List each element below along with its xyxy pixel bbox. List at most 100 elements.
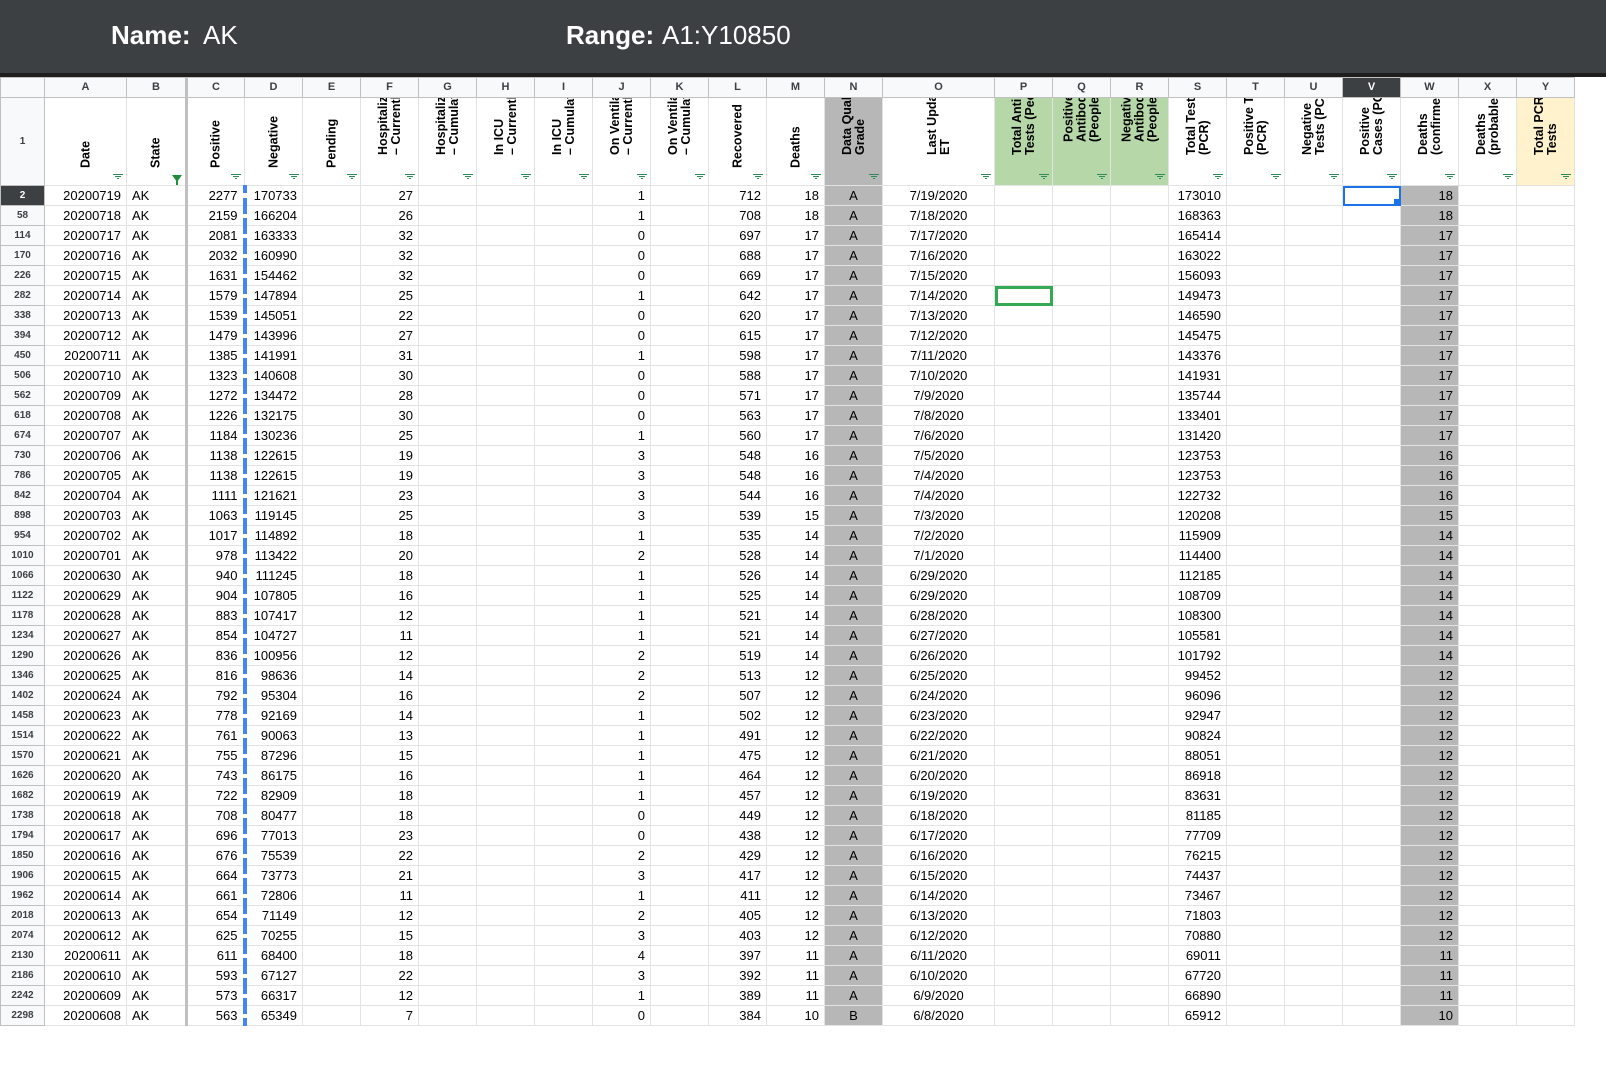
cell-k[interactable] bbox=[650, 385, 709, 406]
cell-j[interactable]: 4 bbox=[592, 945, 651, 966]
cell-o[interactable]: 6/13/2020 bbox=[882, 905, 995, 926]
cell-u[interactable] bbox=[1284, 885, 1343, 906]
cell-d[interactable]: 86175 bbox=[244, 765, 303, 786]
cell-a[interactable]: 20200712 bbox=[44, 325, 127, 346]
row-header[interactable]: 1010 bbox=[0, 545, 45, 566]
cell-p[interactable] bbox=[994, 425, 1053, 446]
cell-j[interactable]: 0 bbox=[592, 385, 651, 406]
cell-e[interactable] bbox=[302, 425, 361, 446]
cell-v[interactable] bbox=[1342, 745, 1401, 766]
cell-x[interactable] bbox=[1458, 485, 1517, 506]
cell-x[interactable] bbox=[1458, 925, 1517, 946]
cell-d[interactable]: 154462 bbox=[244, 265, 303, 286]
cell-x[interactable] bbox=[1458, 725, 1517, 746]
cell-x[interactable] bbox=[1458, 665, 1517, 686]
cell-t[interactable] bbox=[1226, 525, 1285, 546]
cell-c[interactable]: 708 bbox=[186, 805, 247, 826]
cell-p[interactable] bbox=[994, 585, 1053, 606]
cell-g[interactable] bbox=[418, 945, 477, 966]
cell-h[interactable] bbox=[476, 205, 535, 226]
cell-i[interactable] bbox=[534, 665, 593, 686]
filter-icon[interactable] bbox=[579, 173, 589, 181]
cell-f[interactable]: 25 bbox=[360, 505, 419, 526]
row-header[interactable]: 1066 bbox=[0, 565, 45, 586]
cell-l[interactable]: 560 bbox=[708, 425, 767, 446]
cell-l[interactable]: 563 bbox=[708, 405, 767, 426]
cell-o[interactable]: 7/1/2020 bbox=[882, 545, 995, 566]
cell-b[interactable]: AK bbox=[126, 565, 188, 586]
cell-q[interactable] bbox=[1052, 185, 1111, 206]
cell-h[interactable] bbox=[476, 665, 535, 686]
filter-icon[interactable] bbox=[1329, 173, 1339, 181]
cell-g[interactable] bbox=[418, 725, 477, 746]
cell-e[interactable] bbox=[302, 645, 361, 666]
cell-m[interactable]: 12 bbox=[766, 665, 825, 686]
cell-j[interactable]: 3 bbox=[592, 925, 651, 946]
cell-s[interactable]: 65912 bbox=[1168, 1005, 1227, 1026]
cell-v[interactable] bbox=[1342, 905, 1401, 926]
cell-u[interactable] bbox=[1284, 705, 1343, 726]
cell-j[interactable]: 2 bbox=[592, 845, 651, 866]
cell-c[interactable]: 661 bbox=[186, 885, 247, 906]
cell-l[interactable]: 491 bbox=[708, 725, 767, 746]
cell-k[interactable] bbox=[650, 325, 709, 346]
cell-o[interactable]: 7/3/2020 bbox=[882, 505, 995, 526]
cell-x[interactable] bbox=[1458, 685, 1517, 706]
cell-l[interactable]: 620 bbox=[708, 305, 767, 326]
cell-u[interactable] bbox=[1284, 665, 1343, 686]
cell-k[interactable] bbox=[650, 565, 709, 586]
cell-t[interactable] bbox=[1226, 645, 1285, 666]
cell-v[interactable] bbox=[1342, 645, 1401, 666]
cell-v[interactable] bbox=[1342, 525, 1401, 546]
cell-f[interactable]: 7 bbox=[360, 1005, 419, 1026]
cell-d[interactable]: 68400 bbox=[244, 945, 303, 966]
cell-w[interactable]: 12 bbox=[1400, 745, 1459, 766]
cell-v[interactable] bbox=[1342, 425, 1401, 446]
cell-n[interactable]: A bbox=[824, 405, 883, 426]
cell-u[interactable] bbox=[1284, 725, 1343, 746]
cell-y[interactable] bbox=[1516, 565, 1575, 586]
column-header-s[interactable]: S bbox=[1168, 77, 1227, 98]
cell-k[interactable] bbox=[650, 445, 709, 466]
cell-d[interactable]: 130236 bbox=[244, 425, 303, 446]
cell-p[interactable] bbox=[994, 185, 1053, 206]
cell-y[interactable] bbox=[1516, 745, 1575, 766]
cell-m[interactable]: 12 bbox=[766, 825, 825, 846]
cell-e[interactable] bbox=[302, 725, 361, 746]
cell-a[interactable]: 20200626 bbox=[44, 645, 127, 666]
cell-o[interactable]: 7/9/2020 bbox=[882, 385, 995, 406]
column-header-g[interactable]: G bbox=[418, 77, 477, 98]
cell-l[interactable]: 475 bbox=[708, 745, 767, 766]
cell-j[interactable]: 0 bbox=[592, 325, 651, 346]
cell-s[interactable]: 133401 bbox=[1168, 405, 1227, 426]
cell-s[interactable]: 165414 bbox=[1168, 225, 1227, 246]
header-cell-v[interactable]: Positive Cases (PCR) bbox=[1342, 97, 1401, 186]
filter-icon[interactable] bbox=[113, 173, 123, 181]
cell-t[interactable] bbox=[1226, 245, 1285, 266]
cell-s[interactable]: 112185 bbox=[1168, 565, 1227, 586]
cell-p[interactable] bbox=[994, 1005, 1053, 1026]
cell-o[interactable]: 7/5/2020 bbox=[882, 445, 995, 466]
cell-l[interactable]: 507 bbox=[708, 685, 767, 706]
cell-e[interactable] bbox=[302, 185, 361, 206]
cell-i[interactable] bbox=[534, 865, 593, 886]
cell-c[interactable]: 883 bbox=[186, 605, 247, 626]
cell-y[interactable] bbox=[1516, 485, 1575, 506]
cell-t[interactable] bbox=[1226, 825, 1285, 846]
cell-t[interactable] bbox=[1226, 465, 1285, 486]
cell-r[interactable] bbox=[1110, 345, 1169, 366]
cell-n[interactable]: A bbox=[824, 805, 883, 826]
column-header-p[interactable]: P bbox=[994, 77, 1053, 98]
cell-q[interactable] bbox=[1052, 285, 1111, 306]
cell-d[interactable]: 75539 bbox=[244, 845, 303, 866]
cell-a[interactable]: 20200706 bbox=[44, 445, 127, 466]
cell-e[interactable] bbox=[302, 865, 361, 886]
cell-i[interactable] bbox=[534, 925, 593, 946]
cell-h[interactable] bbox=[476, 585, 535, 606]
cell-g[interactable] bbox=[418, 485, 477, 506]
cell-p[interactable] bbox=[994, 825, 1053, 846]
cell-a[interactable]: 20200625 bbox=[44, 665, 127, 686]
cell-s[interactable]: 131420 bbox=[1168, 425, 1227, 446]
cell-r[interactable] bbox=[1110, 385, 1169, 406]
cell-f[interactable]: 18 bbox=[360, 805, 419, 826]
